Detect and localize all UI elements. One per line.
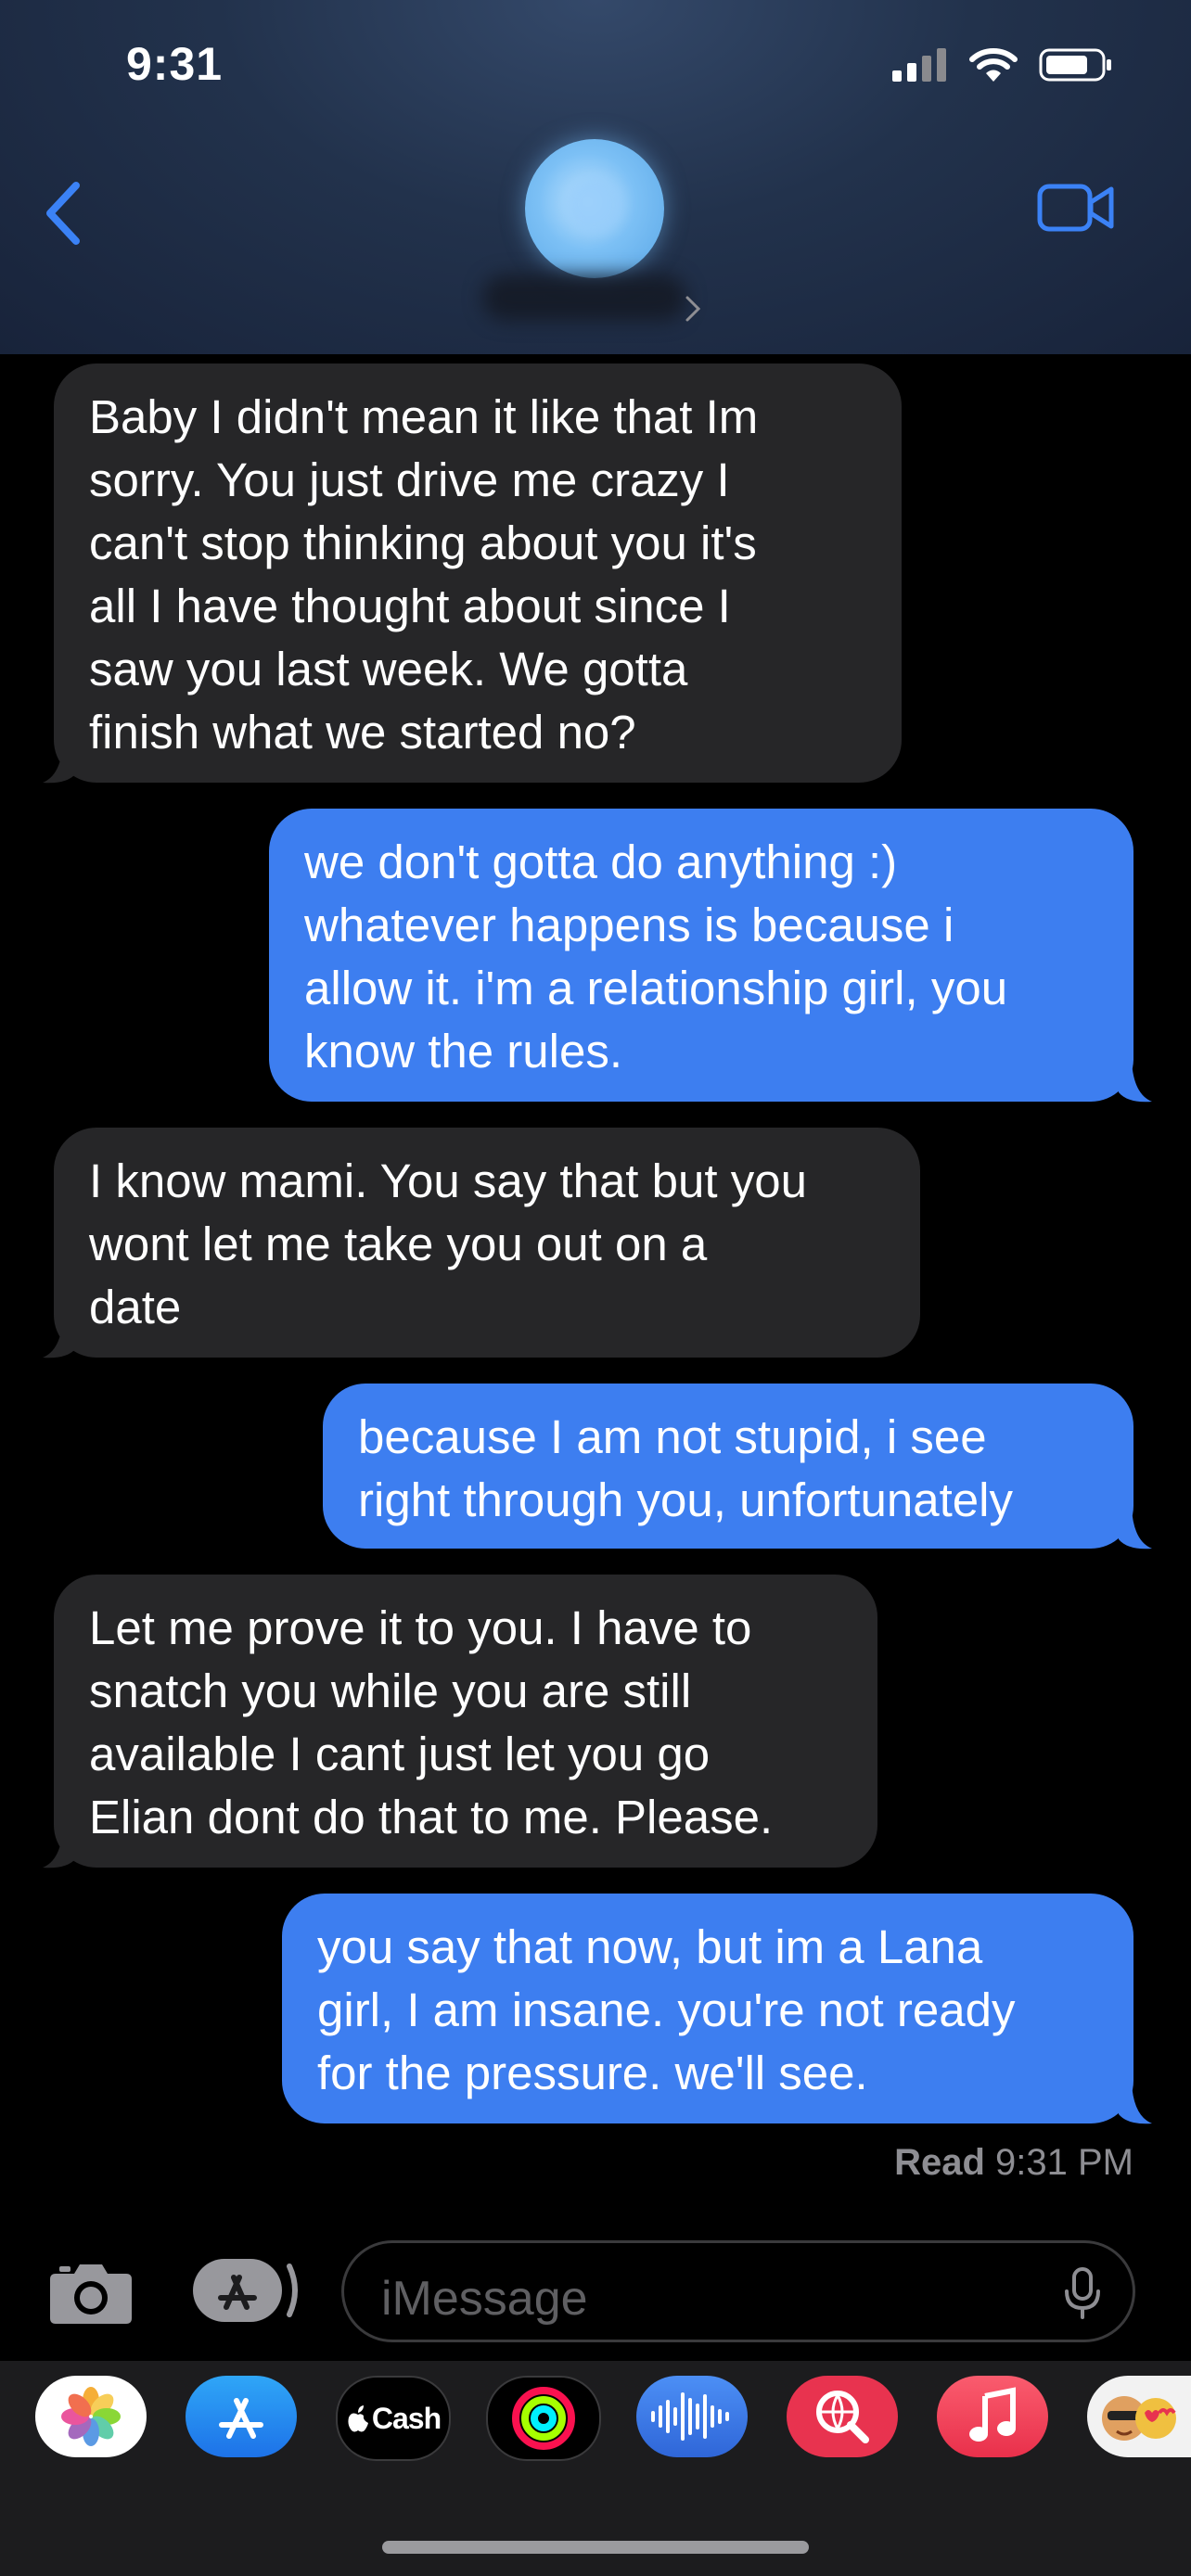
status-time: 9:31 <box>126 38 224 90</box>
app-store-icon <box>219 2398 263 2439</box>
back-button[interactable] <box>37 176 93 250</box>
photos-icon <box>61 2387 121 2446</box>
apple-cash-icon <box>348 2405 368 2432</box>
sent-message-bubble[interactable]: because I am not stupid, i see right thr… <box>323 1384 1133 1549</box>
sent-message-bubble[interactable]: you say that now, but im a Lana girl, I … <box>282 1894 1133 2123</box>
memoji-icon <box>1102 2396 1176 2441</box>
avatar-silhouette <box>566 176 623 234</box>
music-app-button[interactable] <box>937 2376 1048 2457</box>
wifi-icon <box>969 48 1018 82</box>
app-drawer-button[interactable] <box>193 2255 301 2326</box>
audio-message-app-button[interactable] <box>636 2376 748 2457</box>
status-icons <box>892 46 1113 83</box>
bubble-tail <box>1119 1061 1152 1103</box>
audio-waveform-icon <box>651 2392 729 2441</box>
app-store-icon <box>193 2259 298 2322</box>
bubble-tail <box>43 1317 76 1358</box>
bubble-tail <box>1119 2083 1152 2124</box>
bubble-tail <box>1119 1508 1152 1549</box>
video-camera-icon <box>1037 184 1114 232</box>
microphone-icon[interactable] <box>1064 2267 1101 2319</box>
bubble-tail <box>43 1827 76 1868</box>
web-search-icon <box>816 2391 869 2443</box>
chevron-right-icon <box>685 296 701 322</box>
app-store-app-button[interactable] <box>186 2376 297 2457</box>
cellular-signal-icon <box>892 48 946 82</box>
read-receipt: Read 9:31 PM <box>894 2142 1133 2184</box>
received-message-bubble[interactable]: I know mami. You say that but you wont l… <box>54 1128 920 1358</box>
facetime-video-button[interactable] <box>1037 182 1115 234</box>
read-label: Read <box>894 2142 985 2183</box>
web-search-app-button[interactable] <box>787 2376 898 2457</box>
message-input-placeholder: iMessage <box>381 2272 588 2326</box>
apple-cash-app-button[interactable]: Cash <box>336 2376 451 2461</box>
contact-avatar[interactable] <box>525 139 664 278</box>
battery-icon <box>1039 48 1111 82</box>
apple-cash-label: Cash <box>371 2401 442 2435</box>
camera-icon <box>50 2264 132 2324</box>
memoji-app-button[interactable] <box>1087 2376 1191 2457</box>
sent-message-bubble[interactable]: we don't gotta do anything :) whatever h… <box>269 809 1133 1102</box>
home-indicator[interactable] <box>382 2541 809 2554</box>
received-message-bubble[interactable]: Baby I didn't mean it like that Im sorry… <box>54 363 902 783</box>
photos-app-button[interactable] <box>35 2376 147 2457</box>
conversation-header: 9:31 <box>0 0 1191 354</box>
contact-name-redacted[interactable] <box>482 274 686 321</box>
music-note-icon <box>969 2387 1016 2442</box>
camera-button[interactable] <box>48 2259 134 2326</box>
chevron-left-icon <box>46 182 80 245</box>
message-input[interactable]: iMessage <box>341 2240 1135 2342</box>
bubble-tail <box>43 742 76 784</box>
fitness-app-button[interactable] <box>486 2376 601 2461</box>
received-message-bubble[interactable]: Let me prove it to you. I have to snatch… <box>54 1575 877 1868</box>
activity-rings-icon <box>512 2387 575 2450</box>
read-time: 9:31 PM <box>995 2142 1133 2183</box>
